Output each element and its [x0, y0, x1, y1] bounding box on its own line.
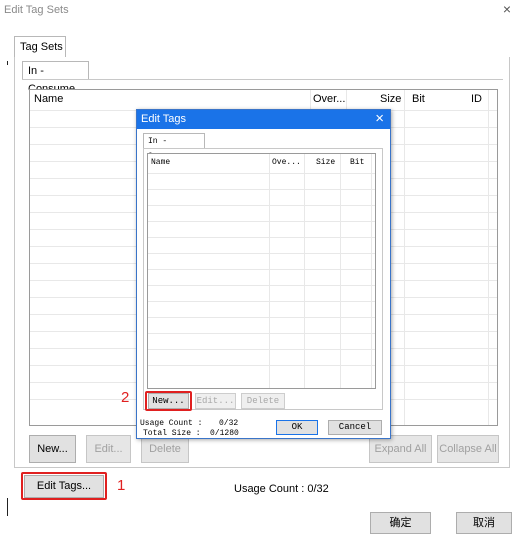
tab-in-consume[interactable]: In - Consume [22, 61, 89, 95]
window-title-bar: Edit Tag Sets × [0, 0, 515, 20]
collapse-all-button[interactable]: Collapse All [437, 435, 499, 463]
column-header-size[interactable]: Size [380, 90, 401, 108]
dialog-delete-button[interactable]: Delete [241, 393, 285, 409]
column-header-name[interactable]: Name [34, 90, 63, 108]
edit-tags-button[interactable]: Edit Tags... [24, 475, 104, 498]
dialog-column-over[interactable]: Ove... [272, 154, 301, 172]
dialog-size-label: Total Size : [143, 429, 201, 438]
tab-tag-sets[interactable]: Tag Sets [14, 36, 66, 58]
window-title: Edit Tag Sets [4, 4, 69, 16]
cancel-button[interactable]: 取消 [456, 512, 512, 534]
edit-tags-dialog: Edit Tags × In - Consume Name Ove... Siz… [136, 109, 391, 439]
dialog-tab-in-consume[interactable]: In - Consume [143, 133, 205, 161]
ok-button[interactable]: 确定 [370, 512, 431, 534]
column-header-over[interactable]: Over... [313, 90, 345, 108]
dialog-tags-grid[interactable]: Name Ove... Size Bit [147, 153, 376, 389]
window-edge [7, 498, 8, 516]
dialog-column-bit[interactable]: Bit [350, 154, 364, 172]
expand-all-button[interactable]: Expand All [369, 435, 432, 463]
dialog-close-icon[interactable]: × [375, 110, 384, 127]
usage-count: Usage Count : 0/32 [234, 483, 329, 495]
dialog-title-bar: Edit Tags × [137, 110, 390, 129]
dialog-ok-button[interactable]: OK [276, 420, 318, 435]
window-edge [7, 61, 8, 65]
dialog-size-value: 0/1280 [210, 429, 239, 438]
edit-button[interactable]: Edit... [86, 435, 131, 463]
dialog-column-name[interactable]: Name [151, 154, 170, 172]
close-icon[interactable]: × [503, 1, 511, 17]
callout-number-2: 2 [121, 389, 130, 406]
new-button[interactable]: New... [29, 435, 76, 463]
column-header-bit[interactable]: Bit [412, 90, 425, 108]
dialog-title: Edit Tags [141, 113, 187, 125]
dialog-edit-button[interactable]: Edit... [195, 393, 236, 409]
column-header-id[interactable]: ID [471, 90, 482, 108]
dialog-usage-value: 0/32 [219, 419, 239, 428]
dialog-column-size[interactable]: Size [316, 154, 335, 172]
dialog-new-button[interactable]: New... [148, 393, 189, 409]
dialog-cancel-button[interactable]: Cancel [328, 420, 382, 435]
callout-number-1: 1 [117, 477, 126, 494]
tab-label: Tag Sets [20, 41, 63, 53]
delete-button[interactable]: Delete [141, 435, 189, 463]
tab-strip-line [22, 79, 503, 80]
dialog-usage-label: Usage Count : [140, 419, 203, 428]
